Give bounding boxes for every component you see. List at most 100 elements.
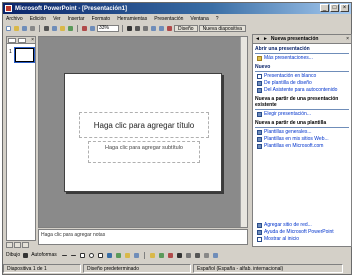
slideshow-icon[interactable]: [22, 242, 29, 248]
menu-presentacion[interactable]: Presentación: [154, 16, 183, 22]
new-slide-button[interactable]: Nueva diapositiva: [198, 24, 247, 32]
add-network-place-link[interactable]: Agregar sitio de red...: [255, 222, 349, 229]
slide-canvas[interactable]: Haga clic para agregar título Haga clic …: [64, 73, 222, 192]
show-at-startup-checkbox[interactable]: Mostrar al inicio: [255, 236, 349, 243]
maximize-button[interactable]: □: [330, 4, 339, 12]
menu-ventana[interactable]: Ventana: [190, 16, 208, 22]
close-icon[interactable]: ×: [346, 36, 349, 42]
menu-ayuda[interactable]: ?: [216, 16, 219, 22]
online-templates-link[interactable]: Plantillas en Microsoft.com: [255, 143, 349, 150]
line-icon[interactable]: [61, 252, 68, 259]
open-icon[interactable]: [13, 25, 20, 32]
section-template: Nueva a partir de una plantilla Plantill…: [255, 120, 349, 150]
arrow-icon[interactable]: [70, 252, 77, 259]
link-label: Presentación en blanco: [264, 73, 317, 79]
close-button[interactable]: ×: [340, 4, 349, 12]
draw-menu[interactable]: Dibujo: [6, 252, 20, 258]
title-placeholder[interactable]: Haga clic para agregar título: [79, 112, 209, 138]
link-label: Plantillas en Microsoft.com: [264, 143, 324, 149]
section-title: Nuevo: [255, 64, 349, 72]
window-controls: _ □ ×: [320, 4, 349, 12]
minimize-button[interactable]: _: [320, 4, 329, 12]
font-color-icon[interactable]: [167, 252, 174, 259]
close-icon[interactable]: ×: [31, 37, 34, 43]
toolbar-separator: [39, 24, 40, 32]
italic-icon[interactable]: [134, 25, 141, 32]
textbox-icon[interactable]: [97, 252, 104, 259]
back-arrow-icon[interactable]: ◄: [255, 36, 260, 42]
tab-outline[interactable]: [8, 37, 16, 43]
cut-icon[interactable]: [43, 25, 50, 32]
title-bar: Microsoft PowerPoint - [Presentación1] _…: [3, 3, 351, 14]
copy-icon[interactable]: [51, 25, 58, 32]
menu-formato[interactable]: Formato: [92, 16, 111, 22]
table-icon[interactable]: [89, 25, 96, 32]
chart-icon[interactable]: [81, 25, 88, 32]
normal-view-icon[interactable]: [6, 242, 13, 248]
3d-icon[interactable]: [212, 252, 219, 259]
link-label: Elegir presentación...: [264, 111, 311, 117]
web-templates-link[interactable]: Plantillas en mis sitios Web...: [255, 136, 349, 143]
forward-arrow-icon[interactable]: ►: [263, 36, 268, 42]
link-label: Plantillas generales...: [264, 129, 312, 135]
align-left-icon[interactable]: [150, 25, 157, 32]
autocontent-wizard-link[interactable]: Del Asistente para autocontenido: [255, 87, 349, 94]
powerpoint-icon[interactable]: [5, 5, 12, 12]
tab-slides[interactable]: [18, 37, 26, 43]
paste-icon[interactable]: [59, 25, 66, 32]
wordart-icon[interactable]: [106, 252, 113, 259]
blank-presentation-link[interactable]: Presentación en blanco: [255, 73, 349, 80]
design-template-link[interactable]: De plantilla de diseño: [255, 80, 349, 87]
general-templates-link[interactable]: Plantillas generales...: [255, 129, 349, 136]
menu-insertar[interactable]: Insertar: [68, 16, 85, 22]
print-icon[interactable]: [29, 25, 36, 32]
line-style-icon[interactable]: [176, 252, 183, 259]
task-pane-header: ◄ ► Nueva presentación ×: [253, 35, 351, 44]
font-color-icon[interactable]: [166, 25, 173, 32]
status-design-name: Diseño predeterminado: [83, 263, 191, 273]
slide-editing-area: Haga clic para agregar título Haga clic …: [38, 36, 248, 228]
select-pointer-icon[interactable]: [22, 252, 29, 259]
powerpoint-help-link[interactable]: Ayuda de Microsoft PowerPoint: [255, 229, 349, 236]
presentation-icon: [257, 112, 262, 117]
dash-style-icon[interactable]: [185, 252, 192, 259]
choose-presentation-link[interactable]: Elegir presentación...: [255, 111, 349, 118]
vertical-scrollbar[interactable]: [240, 37, 247, 227]
design-button[interactable]: Diseño: [174, 24, 198, 32]
align-center-icon[interactable]: [158, 25, 165, 32]
more-presentations-link[interactable]: Más presentaciones...: [255, 55, 349, 62]
zoom-select[interactable]: 33%: [97, 24, 119, 32]
new-icon[interactable]: [5, 25, 12, 32]
view-buttons: [6, 242, 29, 248]
oval-icon[interactable]: [88, 252, 95, 259]
slide-sorter-icon[interactable]: [14, 242, 21, 248]
menu-edicion[interactable]: Edición: [30, 16, 46, 22]
menu-ver[interactable]: Ver: [53, 16, 61, 22]
task-pane: ◄ ► Nueva presentación × Abrir una prese…: [252, 34, 352, 247]
notes-pane[interactable]: Haga clic para agregar notas: [38, 229, 248, 245]
fill-color-icon[interactable]: [149, 252, 156, 259]
toolbar-separator: [143, 251, 145, 259]
online-templates-icon: [257, 144, 262, 149]
undo-icon[interactable]: [67, 25, 74, 32]
arrow-style-icon[interactable]: [194, 252, 201, 259]
status-bar: Diapositiva 1 de 1 Diseño predeterminado…: [3, 262, 351, 274]
line-color-icon[interactable]: [158, 252, 165, 259]
slide-thumbnail[interactable]: [14, 47, 35, 63]
shadow-icon[interactable]: [203, 252, 210, 259]
picture-icon[interactable]: [133, 252, 140, 259]
underline-icon[interactable]: [142, 25, 149, 32]
autoshapes-menu[interactable]: Autoformas: [31, 252, 57, 258]
menu-herramientas[interactable]: Herramientas: [117, 16, 147, 22]
link-label: Plantillas en mis sitios Web...: [264, 136, 329, 142]
bold-icon[interactable]: [126, 25, 133, 32]
link-label: Del Asistente para autocontenido: [264, 87, 338, 93]
toolbar-separator: [122, 24, 123, 32]
save-icon[interactable]: [21, 25, 28, 32]
clipart-icon[interactable]: [124, 252, 131, 259]
powerpoint-window: Microsoft PowerPoint - [Presentación1] _…: [2, 2, 352, 275]
subtitle-placeholder[interactable]: Haga clic para agregar subtítulo: [88, 141, 200, 163]
diagram-icon[interactable]: [115, 252, 122, 259]
menu-archivo[interactable]: Archivo: [6, 16, 23, 22]
rectangle-icon[interactable]: [79, 252, 86, 259]
